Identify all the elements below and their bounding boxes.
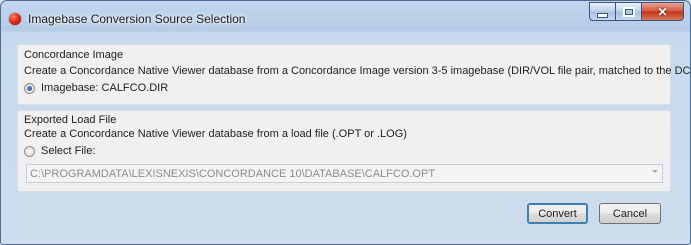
exported-load-file-description: Create a Concordance Native Viewer datab… [24, 128, 407, 140]
app-icon [9, 13, 21, 25]
concordance-image-legend: Concordance Image [24, 49, 124, 61]
convert-button[interactable]: Convert [527, 203, 588, 224]
close-button[interactable]: ✕ [641, 2, 684, 21]
cancel-button[interactable]: Cancel [599, 203, 661, 224]
minimize-icon [597, 12, 608, 18]
select-file-radio[interactable] [24, 145, 35, 157]
maximize-icon [622, 6, 635, 17]
imagebase-radio-row[interactable]: Imagebase: CALFCO.DIR [24, 82, 168, 94]
select-file-radio-label[interactable]: Select File: [41, 145, 95, 157]
imagebase-radio[interactable] [24, 82, 35, 94]
file-path-combobox[interactable]: C:\PROGRAMDATA\LEXISNEXIS\CONCORDANCE 10… [26, 164, 663, 183]
window-title: Imagebase Conversion Source Selection [28, 12, 246, 26]
chevron-down-icon[interactable] [652, 170, 658, 173]
file-path-value: C:\PROGRAMDATA\LEXISNEXIS\CONCORDANCE 10… [30, 167, 436, 180]
concordance-image-group: Concordance Image Create a Concordance N… [17, 44, 691, 105]
title-bar[interactable]: Imagebase Conversion Source Selection ✕ [1, 1, 690, 32]
caption-buttons: ✕ [589, 2, 684, 22]
concordance-image-description: Create a Concordance Native Viewer datab… [24, 65, 691, 77]
maximize-button[interactable] [615, 2, 641, 21]
close-icon: ✕ [657, 4, 668, 19]
exported-load-file-legend: Exported Load File [24, 114, 117, 126]
radio-selected-dot [27, 85, 32, 91]
minimize-button[interactable] [589, 2, 615, 21]
select-file-radio-row[interactable]: Select File: [24, 145, 95, 157]
imagebase-radio-label[interactable]: Imagebase: CALFCO.DIR [41, 82, 168, 94]
